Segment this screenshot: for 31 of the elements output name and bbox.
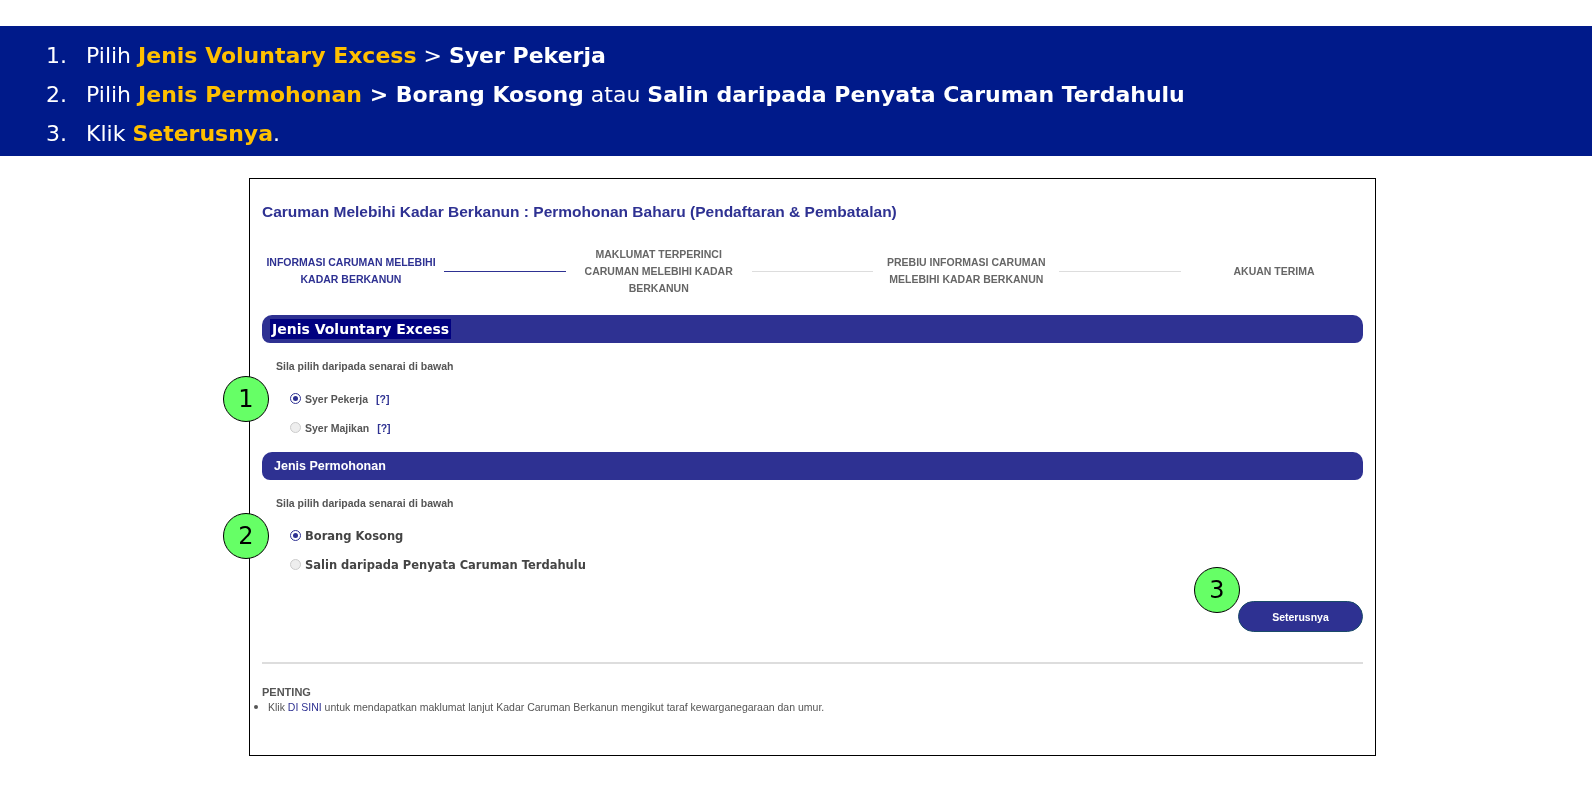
wizard-step: PREBIU INFORMASI CARUMAN MELEBIHI KADAR BERKANUN bbox=[877, 254, 1056, 288]
step-number: 1. bbox=[46, 43, 68, 68]
step-number: 2. bbox=[46, 82, 68, 107]
hint-text: Sila pilih daripada senarai di bawah bbox=[276, 497, 455, 509]
instruction-text: Pilih Jenis Voluntary Excess > Syer Pekerja bbox=[86, 43, 606, 68]
callout-number: 3 bbox=[1194, 567, 1240, 613]
step-number: 3. bbox=[46, 121, 68, 146]
section-title: Jenis Voluntary Excess bbox=[270, 319, 452, 339]
form-title: Caruman Melebihi Kadar Berkanun : Permohonan Baharu (Pendaftaran & Pembatalan) bbox=[262, 203, 898, 221]
bullet-icon bbox=[254, 705, 258, 709]
notice-heading: PENTING bbox=[262, 686, 312, 698]
option-label[interactable]: Salin daripada Penyata Caruman Terdahulu bbox=[305, 557, 586, 572]
option-label[interactable]: Syer Majikan bbox=[305, 421, 370, 434]
option-label[interactable]: Syer Pekerja bbox=[305, 392, 369, 405]
section-title: Jenis Permohonan bbox=[273, 459, 387, 473]
callout-number: 2 bbox=[223, 513, 269, 559]
help-link[interactable]: [?] bbox=[376, 392, 390, 405]
wizard-step: AKUAN TERIMA bbox=[1185, 262, 1363, 280]
notice-text: Klik DI SINI untuk mendapatkan maklumat lanjut Kadar Caruman Berkanun mengikut taraf kewarganegaraan dan umur. bbox=[268, 701, 825, 713]
option-label[interactable]: Borang Kosong bbox=[305, 528, 404, 543]
next-button[interactable]: Seterusnya bbox=[1238, 601, 1363, 632]
radio-button[interactable] bbox=[290, 393, 301, 404]
callout-number: 1 bbox=[223, 376, 269, 422]
help-link[interactable]: [?] bbox=[377, 421, 391, 434]
instruction-text: Pilih Jenis Permohonan > Borang Kosong atau Salin daripada Penyata Caruman Terdahulu bbox=[86, 82, 1185, 107]
wizard-step: INFORMASI CARUMAN MELEBIHI KADAR BERKANUN bbox=[262, 254, 440, 288]
wizard-step: MAKLUMAT TERPERINCI CARUMAN MELEBIHI KADAR BERKANUN bbox=[569, 245, 748, 297]
radio-button[interactable] bbox=[290, 530, 301, 541]
info-link[interactable]: DI SINI bbox=[287, 701, 322, 713]
instruction-text: Klik Seterusnya. bbox=[86, 121, 281, 146]
hint-text: Sila pilih daripada senarai di bawah bbox=[276, 360, 455, 372]
